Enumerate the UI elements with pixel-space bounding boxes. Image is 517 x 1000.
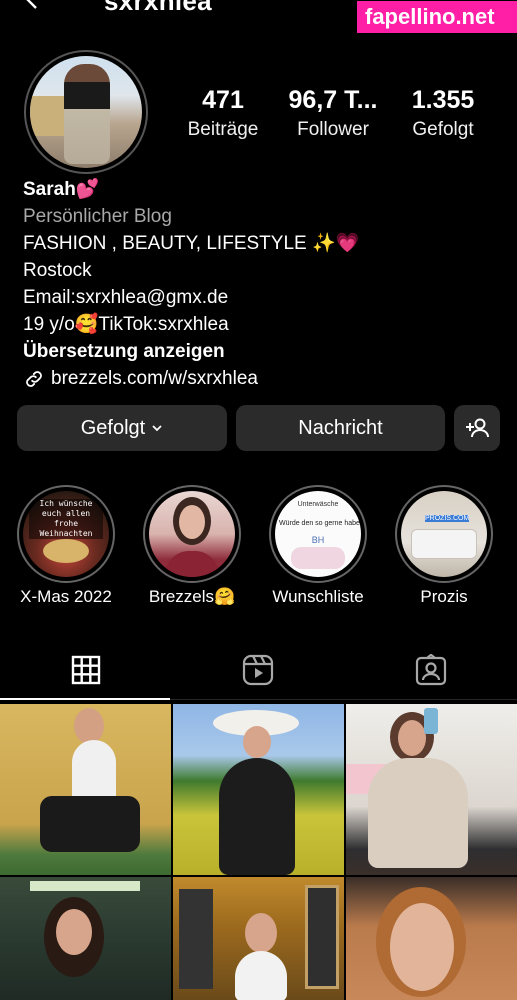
highlight-xmas[interactable]: Ich wünsche euch allen frohe Weihnachten…: [11, 485, 121, 607]
post-grid: [0, 704, 517, 1000]
add-person-icon: [466, 418, 489, 438]
profile-tabs: [0, 640, 517, 700]
profile-avatar[interactable]: [30, 56, 142, 168]
highlight-brezzels[interactable]: Brezzels🤗: [137, 485, 247, 607]
chevron-down-icon: [152, 425, 162, 432]
translate-link[interactable]: Übersetzung anzeigen: [23, 338, 359, 365]
stat-followers[interactable]: 96,7 T... Follower: [278, 86, 388, 146]
highlight-wishlist[interactable]: Unterwäsche Würde den so gerne haben 😊 B…: [263, 485, 373, 607]
highlight-overlay-text: Ich wünsche euch allen frohe Weihnachten: [29, 499, 103, 539]
highlight-label: X-Mas 2022: [20, 587, 112, 606]
bio-section: Sarah💕 Persönlicher Blog FASHION , BEAUT…: [23, 176, 359, 392]
post-thumbnail[interactable]: [173, 704, 344, 875]
back-arrow-icon[interactable]: [22, 0, 42, 10]
post-thumbnail[interactable]: [173, 877, 344, 1000]
highlight-overlay-text: Unterwäsche: [297, 501, 339, 508]
stat-posts[interactable]: 471 Beiträge: [168, 86, 278, 146]
highlight-cover: [149, 491, 235, 577]
bio-category: Persönlicher Blog: [23, 206, 172, 227]
link-icon: [26, 370, 42, 387]
tab-divider: [170, 699, 517, 700]
highlight-overlay-text: PROZIS.COM: [425, 515, 470, 522]
following-button[interactable]: Gefolgt: [17, 405, 227, 451]
highlight-label: Wunschliste: [272, 587, 364, 606]
stat-posts-label: Beiträge: [187, 119, 259, 140]
post-thumbnail[interactable]: [0, 704, 171, 875]
bio-line: FASHION , BEAUTY, LIFESTYLE ✨💗: [23, 233, 360, 254]
message-button-label: Nachricht: [298, 416, 383, 439]
stat-posts-value: 471: [202, 86, 244, 114]
bio-line: 19 y/o🥰TikTok:sxrxhlea: [23, 314, 229, 335]
suggest-people-button[interactable]: [454, 405, 500, 451]
highlight-cover: Unterwäsche Würde den so gerne haben 😊 B…: [275, 491, 361, 577]
tab-posts[interactable]: [0, 640, 172, 700]
message-button[interactable]: Nachricht: [236, 405, 445, 451]
highlight-overlay-text: Würde den so gerne haben 😊: [279, 520, 361, 527]
bio-name: Sarah💕: [23, 179, 100, 200]
tab-reels[interactable]: [172, 640, 344, 700]
highlight-cover: Ich wünsche euch allen frohe Weihnachten: [23, 491, 109, 577]
post-thumbnail[interactable]: [0, 877, 171, 1000]
highlight-overlay-text: BH: [311, 535, 325, 545]
active-tab-indicator: [0, 698, 170, 700]
bio-link-text: brezzels.com/w/sxrxhlea: [51, 368, 258, 389]
tab-tagged[interactable]: [345, 640, 517, 700]
grid-icon: [71, 655, 101, 685]
profile-username[interactable]: sxrxhlea: [104, 0, 212, 17]
reels-icon: [242, 654, 274, 686]
stat-followers-value: 96,7 T...: [288, 86, 378, 114]
bio-line: Email:sxrxhlea@gmx.de: [23, 287, 229, 308]
bio-link[interactable]: brezzels.com/w/sxrxhlea: [23, 365, 359, 392]
stat-following[interactable]: 1.355 Gefolgt: [388, 86, 498, 146]
stat-following-value: 1.355: [411, 86, 475, 114]
stat-following-label: Gefolgt: [412, 119, 474, 140]
tagged-icon: [415, 654, 447, 686]
stat-followers-label: Follower: [297, 119, 369, 140]
highlight-label: Prozis: [420, 587, 468, 606]
bio-line: Rostock: [23, 260, 92, 281]
highlight-prozis[interactable]: PROZIS.COM Prozis: [389, 485, 499, 607]
post-thumbnail[interactable]: [346, 704, 517, 875]
following-button-label: Gefolgt: [80, 416, 146, 439]
post-thumbnail[interactable]: [346, 877, 517, 1000]
watermark-badge: fapellino.net: [357, 1, 517, 33]
highlight-label: Brezzels🤗: [148, 587, 236, 606]
highlight-cover: PROZIS.COM: [401, 491, 487, 577]
